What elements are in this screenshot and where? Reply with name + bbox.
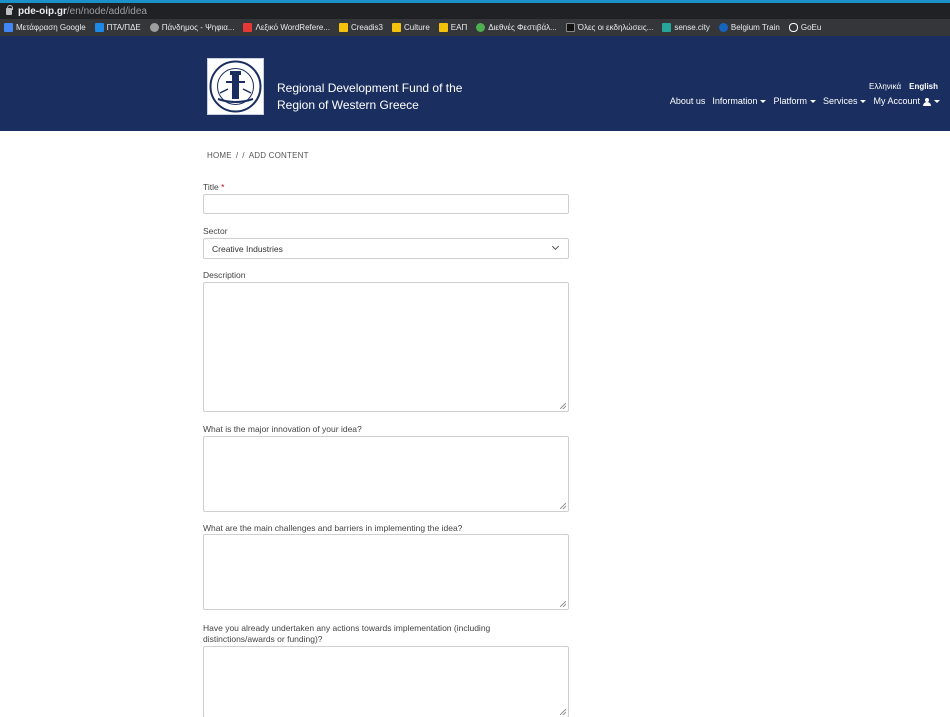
nav-my-account-label: My Account: [873, 96, 920, 106]
bookmark-label: Λεξικό WordRefere...: [255, 23, 330, 32]
events-icon: [565, 23, 575, 32]
description-textarea[interactable]: [203, 282, 569, 412]
bookmarks-bar: Μετάφραση Google ΠΤΑ/ΠΔΕ Πάνδημος - Ψηφι…: [0, 19, 950, 36]
caret-down-icon: [760, 100, 767, 104]
bookmark-pta[interactable]: ΠΤΑ/ΠΔΕ: [94, 23, 141, 32]
caret-down-icon: [860, 100, 867, 104]
bookmark-pandemos[interactable]: Πάνδημος - Ψηφια...: [149, 23, 235, 32]
title-label-text: Title: [203, 182, 219, 192]
pandemos-icon: [149, 23, 159, 32]
globe-icon: [476, 23, 486, 32]
main-nav: About us Information Platform Services M…: [670, 96, 940, 106]
nav-information-label: Information: [712, 96, 758, 106]
bookmark-sensecity[interactable]: sense.city: [662, 23, 710, 32]
bookmark-label: ΕΑΠ: [450, 23, 468, 32]
resize-handle-icon[interactable]: [560, 503, 566, 509]
bookmark-label: Διεθνές Φεστιβάλ...: [488, 23, 557, 32]
nav-platform[interactable]: Platform: [773, 96, 816, 106]
bookmark-eap[interactable]: ΕΑΠ: [438, 23, 468, 32]
bookmark-belgium-train[interactable]: Belgium Train: [718, 23, 780, 32]
bookmark-icon: [94, 23, 104, 32]
lighthouse-icon: [209, 60, 262, 113]
resize-handle-icon[interactable]: [560, 601, 566, 607]
site-logo[interactable]: [207, 58, 264, 115]
goeu-icon: [788, 23, 798, 32]
url-path: /en/node/add/idea: [66, 5, 147, 17]
actions-label: Have you already undertaken any actions …: [203, 623, 490, 645]
actions-label-line2: distinctions/awards or funding)?: [203, 634, 323, 644]
google-translate-icon: [4, 23, 13, 32]
user-icon: [923, 97, 931, 106]
bookmark-label: Όλες οι εκδηλώσεις...: [577, 23, 654, 32]
sector-select[interactable]: Creative Industries: [203, 238, 569, 259]
bookmark-wordreference[interactable]: Λεξικό WordRefere...: [243, 23, 330, 32]
nav-services[interactable]: Services: [823, 96, 867, 106]
bookmark-goeu[interactable]: GoEu: [788, 23, 822, 32]
address-bar[interactable]: pde-oip.gr/en/node/add/idea: [0, 3, 950, 19]
sensecity-icon: [662, 23, 672, 32]
description-label: Description: [203, 270, 246, 280]
actions-textarea[interactable]: [203, 646, 569, 717]
breadcrumb-separator: /: [242, 151, 245, 160]
bookmark-label: GoEu: [800, 23, 822, 32]
actions-label-line1: Have you already undertaken any actions …: [203, 623, 491, 633]
resize-handle-icon[interactable]: [560, 709, 566, 715]
caret-down-icon: [934, 100, 940, 104]
breadcrumb-separator: /: [235, 151, 239, 160]
nav-my-account[interactable]: My Account: [873, 96, 940, 106]
bookmark-label: ΠΤΑ/ΠΔΕ: [106, 23, 141, 32]
resize-handle-icon[interactable]: [560, 403, 566, 409]
title-input[interactable]: [203, 194, 569, 214]
bookmark-label: Πάνδημος - Ψηφια...: [161, 23, 235, 32]
lang-greek-link[interactable]: Ελληνικά: [869, 82, 901, 91]
innovation-label: What is the major innovation of your ide…: [203, 424, 362, 434]
sector-selected-value: Creative Industries: [212, 244, 283, 254]
bookmark-events[interactable]: Όλες οι εκδηλώσεις...: [565, 23, 654, 32]
lock-icon: [6, 4, 13, 15]
breadcrumb: HOME / / ADD CONTENT: [207, 151, 313, 160]
innovation-textarea[interactable]: [203, 436, 569, 512]
challenges-textarea[interactable]: [203, 534, 569, 610]
challenges-label: What are the main challenges and barrier…: [203, 523, 463, 533]
bookmark-culture[interactable]: Culture: [392, 23, 430, 32]
nav-about[interactable]: About us: [670, 96, 706, 106]
train-icon: [718, 23, 728, 32]
required-marker: *: [221, 182, 225, 192]
nav-platform-label: Platform: [773, 96, 807, 106]
caret-down-icon: [809, 100, 816, 104]
title-label: Title *: [203, 182, 224, 192]
sector-label: Sector: [203, 226, 228, 236]
wordreference-icon: [243, 23, 253, 32]
chevron-down-icon: [551, 242, 560, 251]
breadcrumb-home[interactable]: HOME: [207, 151, 232, 160]
bookmark-festival[interactable]: Διεθνές Φεστιβάλ...: [476, 23, 557, 32]
bookmark-label: Belgium Train: [730, 23, 780, 32]
site-name[interactable]: Regional Development Fund of the Region …: [277, 80, 462, 114]
bookmark-label: Μετάφραση Google: [16, 23, 86, 32]
bookmark-creadis3[interactable]: Creadis3: [338, 23, 383, 32]
bookmark-google-translate[interactable]: Μετάφραση Google: [4, 23, 86, 32]
bookmark-label: Creadis3: [350, 23, 383, 32]
lang-english-link[interactable]: English: [909, 82, 938, 91]
site-name-line1: Regional Development Fund of the: [277, 81, 463, 95]
breadcrumb-current: ADD CONTENT: [248, 151, 309, 160]
nav-services-label: Services: [822, 96, 858, 106]
url-host: pde-oip.gr: [18, 5, 67, 17]
site-header: Regional Development Fund of the Region …: [0, 36, 950, 131]
site-name-line2: Region of Western Greece: [277, 98, 419, 112]
folder-icon: [338, 23, 348, 32]
nav-information[interactable]: Information: [712, 96, 767, 106]
bookmark-label: sense.city: [674, 23, 710, 32]
folder-icon: [438, 23, 448, 32]
bookmark-label: Culture: [404, 23, 430, 32]
language-switcher: Ελληνικά English: [869, 82, 938, 91]
folder-icon: [392, 23, 401, 32]
